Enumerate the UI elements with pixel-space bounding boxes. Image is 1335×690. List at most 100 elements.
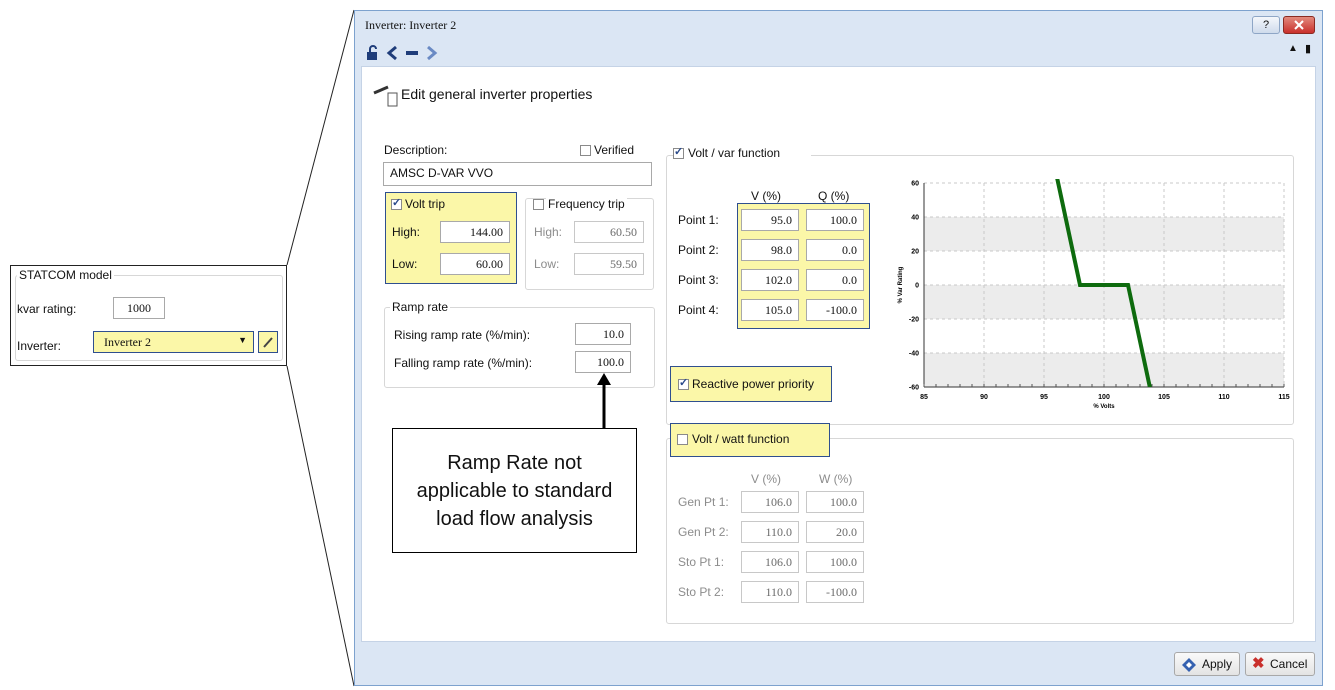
dialog-window: Inverter: Inverter 2 ? ▲ ▮ Edit general … xyxy=(354,10,1323,686)
cancel-icon: ✖ xyxy=(1252,655,1265,672)
volt-watt-point-label: Gen Pt 1: xyxy=(678,495,729,509)
volt-var-header: Volt / var function xyxy=(673,145,811,162)
volt-watt-checkbox[interactable] xyxy=(677,434,688,445)
falling-ramp-label: Falling ramp rate (%/min): xyxy=(394,356,533,370)
volt-watt-point-v-input[interactable]: 106.0 xyxy=(741,491,799,513)
inverter-label: Inverter: xyxy=(17,339,62,353)
chart-y-tick-label: -20 xyxy=(909,317,919,324)
pin-icon[interactable]: ▮ xyxy=(1305,42,1311,55)
volt-watt-point-label: Sto Pt 2: xyxy=(678,585,725,599)
callout-box: Ramp Rate not applicable to standard loa… xyxy=(392,428,637,553)
volt-watt-point-v-input[interactable]: 110.0 xyxy=(741,581,799,603)
frequency-trip-low-label: Low: xyxy=(534,257,560,271)
volt-var-label: Volt / var function xyxy=(688,146,781,160)
volt-trip-high-label: High: xyxy=(392,225,421,239)
description-label: Description: xyxy=(384,143,448,157)
apply-label: Apply xyxy=(1202,657,1233,671)
frequency-trip-label: Frequency trip xyxy=(546,197,627,211)
verified-checkbox[interactable] xyxy=(580,145,591,156)
volt-var-point-q-input[interactable]: -100.0 xyxy=(806,299,864,321)
volt-trip-low-label: Low: xyxy=(392,257,418,271)
volt-var-point-q-input[interactable]: 100.0 xyxy=(806,209,864,231)
apply-button[interactable]: Apply xyxy=(1174,652,1240,676)
kvar-rating-input[interactable]: 1000 xyxy=(113,297,165,319)
reactive-priority-label: Reactive power priority xyxy=(692,377,815,391)
chart-x-tick-label: 90 xyxy=(980,394,988,401)
ramp-rate-group xyxy=(384,307,655,388)
volt-trip-label: Volt trip xyxy=(405,197,446,211)
statcom-title: STATCOM model xyxy=(17,268,114,282)
ramp-rate-label: Ramp rate xyxy=(390,300,451,314)
volt-var-point-label: Point 4: xyxy=(678,303,719,317)
frequency-trip-high-label: High: xyxy=(534,225,563,239)
rising-ramp-label: Rising ramp rate (%/min): xyxy=(394,328,531,342)
volt-watt-point-v-input[interactable]: 106.0 xyxy=(741,551,799,573)
pencil-icon xyxy=(263,337,273,348)
volt-watt-point-w-input[interactable]: 100.0 xyxy=(806,551,864,573)
description-input[interactable]: AMSC D-VAR VVO xyxy=(383,162,652,186)
chevron-left-icon[interactable] xyxy=(385,45,401,61)
volt-var-point-v-input[interactable]: 105.0 xyxy=(741,299,799,321)
volt-var-point-label: Point 3: xyxy=(678,273,719,287)
volt-watt-point-w-input[interactable]: 20.0 xyxy=(806,521,864,543)
volt-watt-col-v: V (%) xyxy=(751,472,781,486)
chart-y-tick-label: -60 xyxy=(909,385,919,392)
apply-icon xyxy=(1182,658,1196,672)
pin-up-icon[interactable]: ▲ xyxy=(1288,43,1298,54)
volt-watt-col-w: W (%) xyxy=(819,472,853,486)
volt-var-col-q: Q (%) xyxy=(818,189,850,203)
chart-y-tick-label: -40 xyxy=(909,351,919,358)
close-button[interactable] xyxy=(1283,16,1315,34)
volt-var-point-q-input[interactable]: 0.0 xyxy=(806,239,864,261)
dash-icon[interactable] xyxy=(404,45,420,61)
frequency-trip-checkbox[interactable] xyxy=(533,199,544,210)
rising-ramp-input[interactable]: 10.0 xyxy=(575,323,631,345)
chart-x-tick-label: 85 xyxy=(920,394,928,401)
verified-label: Verified xyxy=(594,143,635,157)
volt-watt-label: Volt / watt function xyxy=(692,432,790,446)
volt-var-point-v-input[interactable]: 102.0 xyxy=(741,269,799,291)
chart-x-axis-label: % Volts xyxy=(1093,404,1115,410)
volt-var-checkbox[interactable] xyxy=(673,145,684,159)
volt-var-col-v: V (%) xyxy=(751,189,781,203)
lock-open-icon[interactable] xyxy=(365,45,381,61)
volt-watt-point-v-input[interactable]: 110.0 xyxy=(741,521,799,543)
chevron-down-icon: ▼ xyxy=(238,335,247,345)
reactive-priority-checkbox[interactable] xyxy=(678,376,689,390)
callout-text: Ramp Rate not applicable to standard loa… xyxy=(416,451,613,530)
chart-y-tick-label: 40 xyxy=(911,215,919,222)
volt-trip-high-input[interactable]: 144.00 xyxy=(440,221,510,243)
falling-ramp-input[interactable]: 100.0 xyxy=(575,351,631,373)
content-panel: Edit general inverter properties Descrip… xyxy=(361,66,1316,642)
volt-watt-point-w-input[interactable]: 100.0 xyxy=(806,491,864,513)
cancel-button[interactable]: ✖ Cancel xyxy=(1245,652,1315,676)
cancel-label: Cancel xyxy=(1270,657,1308,671)
help-button[interactable]: ? xyxy=(1252,16,1280,34)
edit-document-icon xyxy=(373,85,398,107)
frequency-trip-low-input[interactable]: 59.50 xyxy=(574,253,644,275)
volt-var-point-label: Point 1: xyxy=(678,213,719,227)
chart-x-tick-label: 110 xyxy=(1218,394,1229,401)
chevron-right-icon[interactable] xyxy=(423,45,439,61)
chart-x-tick-label: 115 xyxy=(1278,394,1289,401)
volt-var-point-v-input[interactable]: 98.0 xyxy=(741,239,799,261)
volt-watt-point-label: Gen Pt 2: xyxy=(678,525,729,539)
volt-trip-checkbox[interactable] xyxy=(391,196,402,210)
edit-inverter-button[interactable] xyxy=(258,331,278,353)
inverter-select[interactable]: Inverter 2 ▼ xyxy=(93,331,254,353)
volt-var-chart: 85 90 95 100 105 110 115 -60 -40 -20 0 20 40 60 % Volt… xyxy=(898,179,1290,410)
chart-band xyxy=(924,285,1284,319)
chart-x-tick-label: 100 xyxy=(1098,394,1110,401)
frequency-trip-high-input[interactable]: 60.50 xyxy=(574,221,644,243)
chart-y-tick-label: 0 xyxy=(915,283,919,290)
volt-trip-low-input[interactable]: 60.00 xyxy=(440,253,510,275)
volt-watt-point-label: Sto Pt 1: xyxy=(678,555,725,569)
callout-arrow xyxy=(597,373,611,429)
volt-var-point-q-input[interactable]: 0.0 xyxy=(806,269,864,291)
chart-x-tick-label: 105 xyxy=(1158,394,1170,401)
kvar-rating-label: kvar rating: xyxy=(17,302,77,316)
volt-watt-point-w-input[interactable]: -100.0 xyxy=(806,581,864,603)
chart-y-axis-label: % Var Rating xyxy=(898,266,904,303)
volt-var-point-v-input[interactable]: 95.0 xyxy=(741,209,799,231)
inverter-select-value: Inverter 2 xyxy=(104,335,151,349)
